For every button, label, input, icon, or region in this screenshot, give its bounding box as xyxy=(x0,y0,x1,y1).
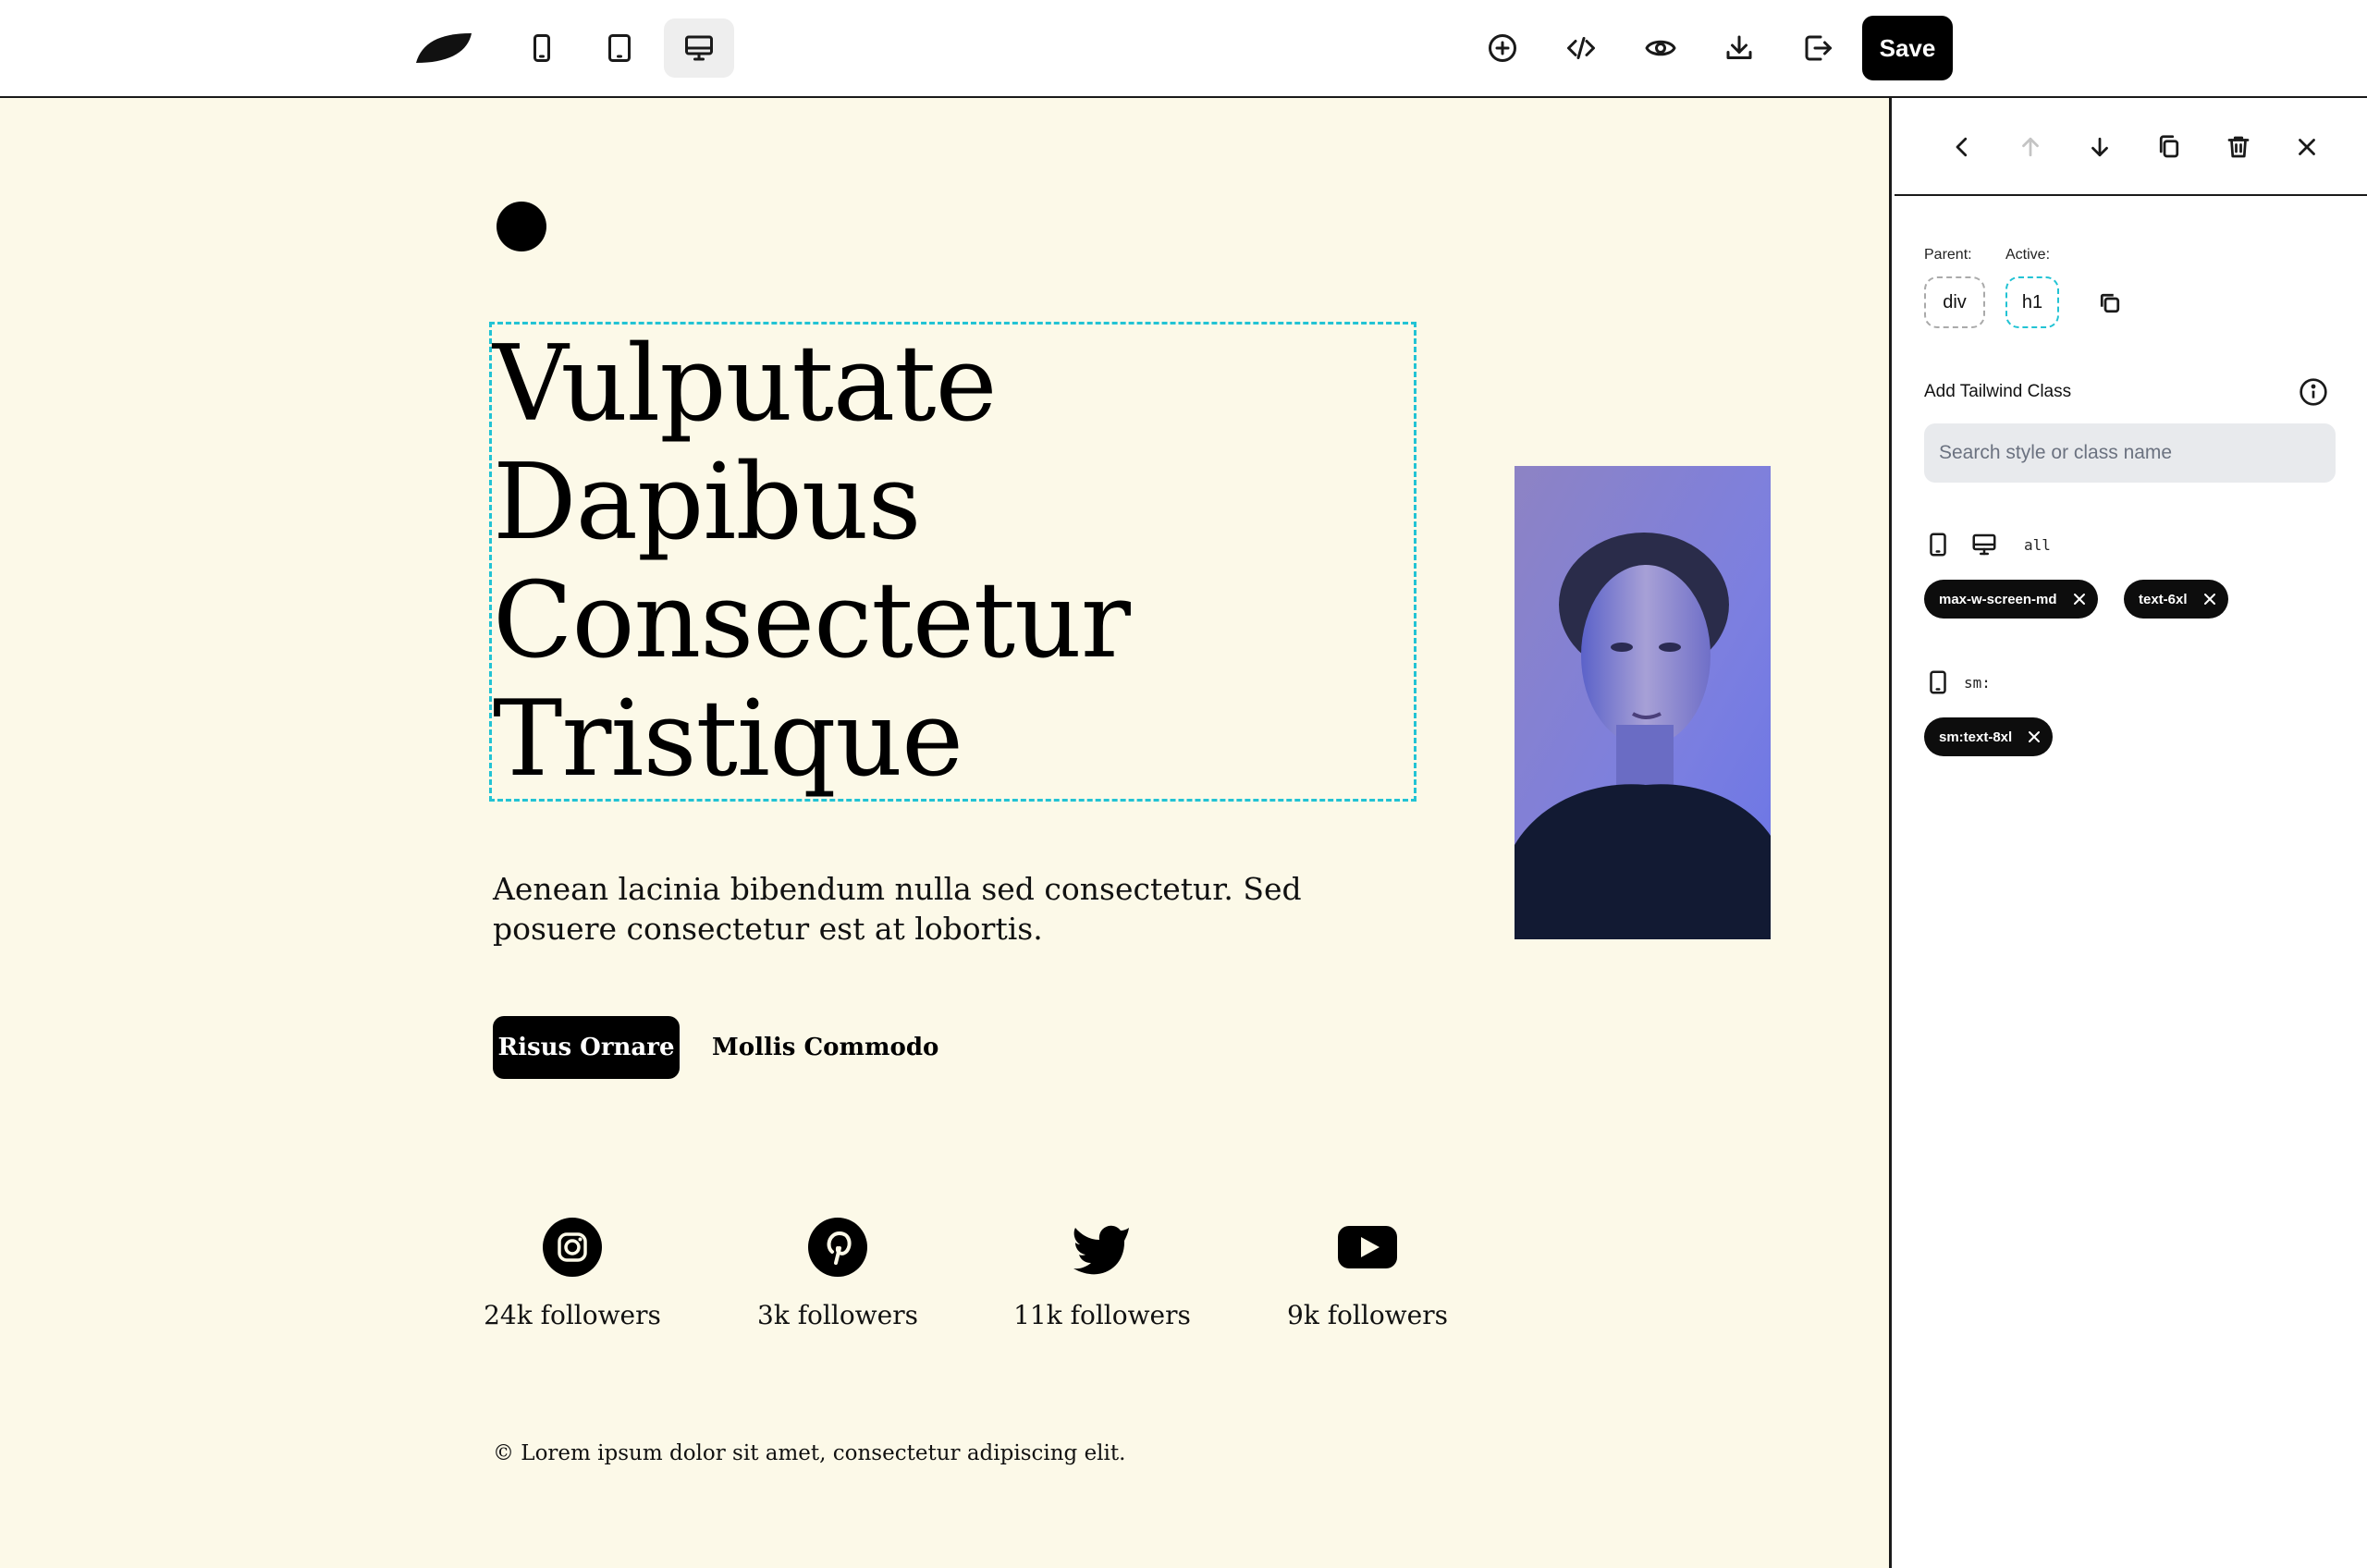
trash-icon xyxy=(2227,136,2250,158)
breakpoint-label-sm: sm: xyxy=(1964,674,1991,692)
follower-count: 3k followers xyxy=(757,1300,918,1330)
brand-dot xyxy=(497,202,546,251)
preview-button[interactable] xyxy=(1625,18,1696,78)
element-tools-bar xyxy=(1895,98,2367,196)
select-parent-button[interactable] xyxy=(1943,128,1981,166)
pinterest-icon xyxy=(807,1217,868,1278)
class-tag[interactable]: max-w-screen-md xyxy=(1924,580,2098,619)
class-tag-label: text-6xl xyxy=(2139,591,2188,607)
social-stat-pinterest[interactable]: 3k followers xyxy=(727,1217,949,1330)
copy-icon xyxy=(2100,293,2120,313)
remove-class-icon[interactable] xyxy=(2072,592,2087,606)
delete-button[interactable] xyxy=(2219,128,2258,166)
breakpoint-label-all: all xyxy=(2024,536,2051,554)
follower-count: 24k followers xyxy=(484,1300,661,1330)
active-element-chip[interactable]: h1 xyxy=(2005,276,2059,328)
active-label: Active: xyxy=(2005,247,2051,263)
view-code-button[interactable] xyxy=(1546,18,1616,78)
class-tag[interactable]: sm:text-8xl xyxy=(1924,717,2054,756)
class-tag-label: sm:text-8xl xyxy=(1939,729,2013,745)
heading-line: Vulputate xyxy=(493,323,997,445)
heading-line: Consectetur xyxy=(493,559,1131,681)
social-stat-twitter[interactable]: 11k followers xyxy=(991,1217,1213,1330)
download-icon xyxy=(1726,35,1752,59)
style-panel: Parent: Active: div h1 Add Tailwind Clas… xyxy=(1895,98,2367,1568)
app-logo xyxy=(416,33,472,63)
mobile-icon xyxy=(1924,668,1952,696)
add-tailwind-class-title: Add Tailwind Class xyxy=(1924,382,2072,401)
mobile-icon xyxy=(1924,531,1952,558)
heading-line: Tristique xyxy=(493,678,963,800)
tablet-icon xyxy=(608,34,631,62)
desktop-icon xyxy=(1970,531,1998,558)
mobile-icon xyxy=(533,34,550,62)
save-button[interactable]: Save xyxy=(1862,16,1953,80)
preview-eye-icon xyxy=(1645,40,1676,56)
parent-element-chip[interactable]: div xyxy=(1924,276,1985,328)
move-up-button[interactable] xyxy=(2011,128,2050,166)
code-icon xyxy=(1567,37,1595,59)
close-panel-button[interactable] xyxy=(2287,128,2326,166)
class-search-input[interactable] xyxy=(1924,423,2336,483)
desktop-icon xyxy=(685,35,713,61)
copy-classes-button[interactable] xyxy=(2096,289,2124,317)
hero-heading[interactable]: Vulputate Dapibus Consectetur Tristique xyxy=(493,325,1413,798)
editor-toolbar: Save xyxy=(0,0,2367,98)
chevron-left-icon xyxy=(1956,137,1968,157)
remove-class-icon[interactable] xyxy=(2027,729,2042,744)
follower-count: 9k followers xyxy=(1287,1300,1448,1330)
social-stat-instagram[interactable]: 24k followers xyxy=(461,1217,683,1330)
add-block-button[interactable] xyxy=(1467,18,1538,78)
arrow-down-icon xyxy=(2091,137,2108,157)
move-down-button[interactable] xyxy=(2080,128,2119,166)
class-tag[interactable]: text-6xl xyxy=(2124,580,2228,619)
export-button[interactable] xyxy=(1783,18,1853,78)
follower-count: 11k followers xyxy=(1013,1300,1191,1330)
device-tablet-button[interactable] xyxy=(584,18,655,78)
heading-line: Dapibus xyxy=(493,441,922,563)
risus-ornare-button[interactable]: Risus Ornare xyxy=(493,1016,680,1079)
parent-label: Parent: xyxy=(1924,247,1972,263)
page-canvas: Vulputate Dapibus Consectetur Tristique … xyxy=(0,98,1892,1568)
copy-icon xyxy=(2159,135,2179,158)
add-icon xyxy=(1489,34,1516,62)
youtube-icon xyxy=(1337,1217,1398,1278)
mollis-commodo-link[interactable]: Mollis Commodo xyxy=(712,1016,938,1079)
footer-copyright[interactable]: © Lorem ipsum dolor sit amet, consectetu… xyxy=(493,1441,1125,1465)
device-mobile-button[interactable] xyxy=(507,18,577,78)
arrow-up-icon xyxy=(2022,137,2039,157)
info-icon[interactable] xyxy=(2299,377,2328,407)
duplicate-button[interactable] xyxy=(2150,128,2189,166)
export-icon xyxy=(1805,35,1832,61)
social-stat-youtube[interactable]: 9k followers xyxy=(1257,1217,1478,1330)
class-tag-label: max-w-screen-md xyxy=(1939,591,2057,607)
close-icon xyxy=(2299,139,2315,155)
instagram-icon xyxy=(542,1217,603,1278)
hero-portrait-image[interactable] xyxy=(1515,466,1771,939)
device-desktop-button[interactable] xyxy=(664,18,734,78)
hero-lead-text[interactable]: Aenean lacinia bibendum nulla sed consec… xyxy=(493,869,1417,949)
twitter-icon xyxy=(1072,1217,1133,1278)
download-button[interactable] xyxy=(1704,18,1774,78)
remove-class-icon[interactable] xyxy=(2202,592,2217,606)
